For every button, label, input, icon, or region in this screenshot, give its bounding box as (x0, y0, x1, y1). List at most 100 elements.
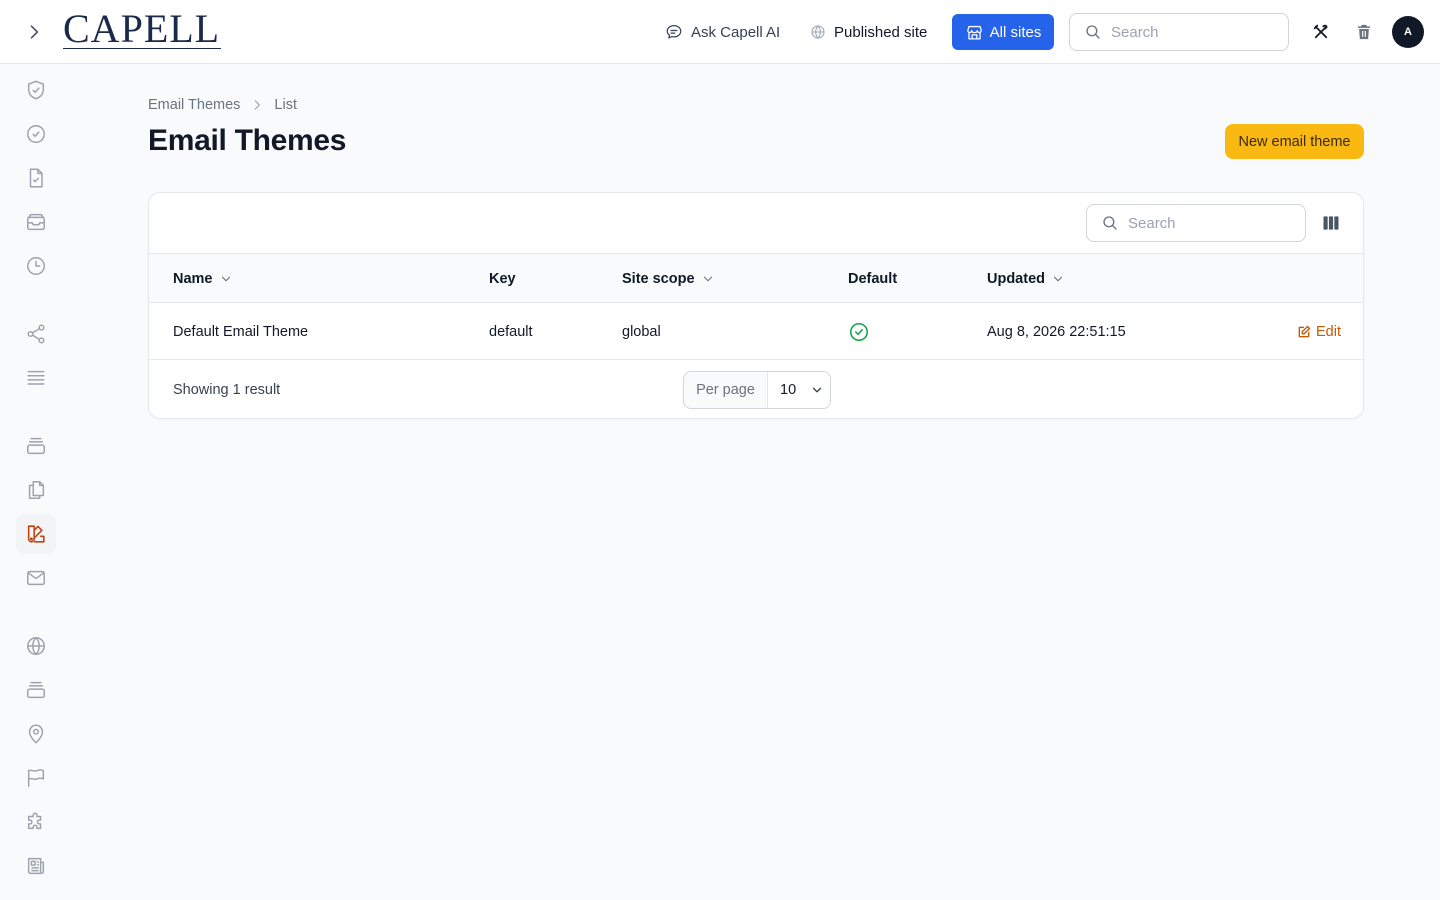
sidebar-item-globe[interactable] (16, 626, 56, 666)
share-icon (27, 324, 45, 344)
chat-bubble-icon (666, 25, 682, 39)
sidebar-item-clock[interactable] (16, 246, 56, 286)
column-header-updated[interactable]: Updated (987, 254, 1065, 303)
chevron-right-icon (30, 25, 39, 39)
chevron-down-icon (812, 387, 822, 393)
sidebar-item-list[interactable] (16, 358, 56, 398)
expand-sidebar-button[interactable] (22, 20, 46, 44)
chevron-down-icon (221, 276, 230, 281)
pencil-square-icon (1298, 325, 1311, 337)
per-page-value: 10 (780, 382, 797, 398)
globe-icon (811, 25, 825, 39)
sidebar-item-check[interactable] (16, 114, 56, 154)
user-avatar[interactable]: A (1392, 16, 1424, 48)
toggle-columns-button[interactable] (1319, 211, 1343, 235)
sidebar-item-stack[interactable] (16, 426, 56, 466)
sidebar-item-stack-2[interactable] (16, 670, 56, 710)
column-header-key: Key (489, 254, 516, 303)
inbox-stack-icon (27, 213, 45, 231)
sidebar-item-document-check[interactable] (16, 158, 56, 198)
cell-updated: Aug 8, 2026 22:51:15 (987, 323, 1126, 340)
page-title: Email Themes (148, 124, 347, 157)
sidebar-item-inbox[interactable] (16, 202, 56, 242)
storefront-icon (966, 25, 982, 39)
column-header-default: Default (848, 254, 897, 303)
all-sites-label: All sites (989, 23, 1042, 41)
per-page-selector: Per page 10 (683, 371, 831, 409)
global-search[interactable] (1069, 13, 1289, 51)
capell-logo[interactable]: CAPELL (63, 6, 221, 51)
queue-list-icon (27, 370, 45, 385)
trash-button[interactable] (1352, 20, 1376, 44)
view-columns-icon (1323, 216, 1339, 230)
wrench-screwdriver-icon (1313, 24, 1328, 39)
logo-text: CAPELL (63, 6, 221, 51)
sidebar-item-documents[interactable] (16, 470, 56, 510)
top-bar: CAPELL Ask Capell AI Published site All … (0, 0, 1440, 64)
newspaper-icon (27, 857, 45, 875)
logo-underline (63, 48, 221, 49)
column-header-label: Site scope (622, 270, 695, 287)
column-header-label: Default (848, 270, 898, 287)
email-themes-table: Name Key Site scope Default Updated Defa… (148, 192, 1364, 419)
sidebar-item-email-themes[interactable] (16, 514, 56, 554)
breadcrumb: Email Themes List (148, 97, 297, 113)
global-search-input[interactable] (1111, 23, 1261, 41)
cell-key: default (489, 323, 533, 340)
rectangle-stack-icon (27, 437, 45, 455)
swatch-icon (27, 525, 45, 543)
envelope-icon (27, 570, 45, 586)
chevron-down-icon (1053, 276, 1063, 281)
per-page-select[interactable]: 10 (768, 372, 830, 408)
chevron-right-icon (250, 98, 264, 112)
check-circle-icon (849, 322, 869, 341)
shield-check-icon (27, 80, 45, 100)
sidebar-item-plugins[interactable] (16, 802, 56, 842)
table-header: Name Key Site scope Default Updated (149, 254, 1363, 303)
column-header-name[interactable]: Name (173, 254, 233, 303)
table-footer: Showing 1 result Per page 10 (149, 360, 1363, 418)
clock-icon (27, 257, 45, 275)
cell-site-scope: global (622, 323, 661, 340)
document-duplicate-icon (28, 481, 45, 499)
search-icon (1103, 216, 1117, 230)
edit-row-button[interactable]: Edit (1297, 303, 1341, 360)
new-email-theme-button[interactable]: New email theme (1225, 124, 1364, 159)
sidebar-item-share[interactable] (16, 314, 56, 354)
document-check-icon (29, 168, 43, 188)
cell-name: Default Email Theme (173, 323, 309, 340)
edit-label: Edit (1316, 323, 1341, 340)
check-circle-icon (27, 125, 45, 143)
all-sites-button[interactable]: All sites (952, 14, 1054, 50)
flag-icon (27, 769, 45, 787)
puzzle-piece-icon (27, 812, 42, 830)
breadcrumb-current: List (274, 97, 297, 113)
sidebar-item-location[interactable] (16, 714, 56, 754)
table-row[interactable]: Default Email Theme default global Aug 8… (149, 303, 1363, 360)
cell-default (848, 303, 870, 360)
sidebar-item-envelope[interactable] (16, 558, 56, 598)
search-icon (1086, 25, 1100, 39)
column-header-label: Updated (987, 270, 1045, 287)
table-search-input[interactable] (1128, 214, 1278, 232)
trash-icon (1358, 24, 1370, 40)
sidebar-item-news[interactable] (16, 846, 56, 886)
published-site-link[interactable]: Published site (810, 14, 927, 50)
column-header-label: Key (489, 270, 516, 287)
breadcrumb-link-email-themes[interactable]: Email Themes (148, 97, 240, 113)
table-toolbar (149, 193, 1363, 254)
globe-icon (27, 636, 45, 656)
ask-ai-label: Ask Capell AI (691, 23, 781, 41)
sidebar-item-shield[interactable] (16, 70, 56, 110)
sidebar (0, 65, 72, 900)
column-header-label: Name (173, 270, 213, 287)
sidebar-item-flag[interactable] (16, 758, 56, 798)
rectangle-stack-icon (27, 681, 45, 699)
map-pin-icon (28, 724, 44, 744)
tools-button[interactable] (1309, 20, 1333, 44)
published-site-label: Published site (834, 23, 928, 41)
column-header-site-scope[interactable]: Site scope (622, 254, 715, 303)
per-page-label: Per page (684, 372, 768, 408)
ask-ai-button[interactable]: Ask Capell AI (665, 14, 780, 50)
table-search[interactable] (1086, 204, 1306, 242)
